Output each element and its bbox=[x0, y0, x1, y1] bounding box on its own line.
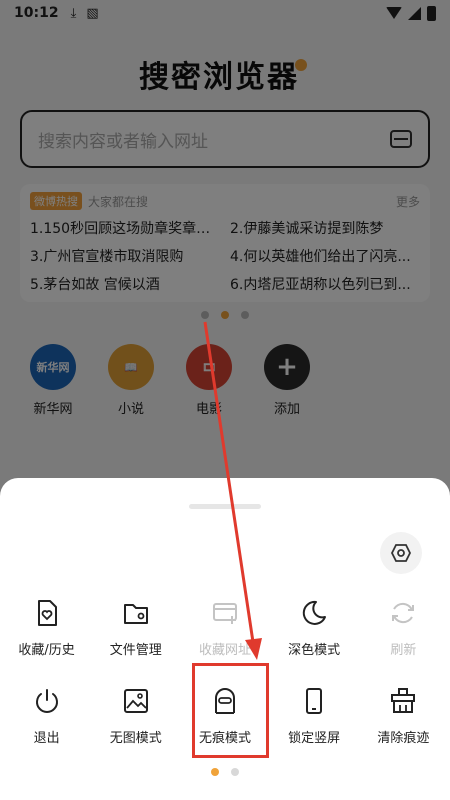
menu-file-manager[interactable]: 文件管理 bbox=[94, 596, 178, 658]
menu-no-image-mode[interactable]: 无图模式 bbox=[94, 684, 178, 746]
menu-label: 无图模式 bbox=[109, 731, 162, 746]
folder-icon bbox=[119, 596, 153, 630]
no-image-icon bbox=[119, 684, 153, 718]
moon-icon bbox=[297, 596, 331, 630]
refresh-icon bbox=[386, 596, 420, 630]
menu-row-1: 收藏/历史 文件管理 收藏网址 深色模式 刷新 bbox=[0, 596, 450, 658]
annotation-highlight-box bbox=[192, 663, 269, 758]
bookmark-history-icon bbox=[30, 596, 64, 630]
menu-pager-dot-active[interactable] bbox=[211, 768, 219, 776]
power-icon bbox=[30, 684, 64, 718]
menu-label: 清除痕迹 bbox=[377, 731, 430, 746]
lock-portrait-icon bbox=[297, 684, 331, 718]
sheet-handle[interactable] bbox=[189, 504, 261, 509]
menu-add-bookmark[interactable]: 收藏网址 bbox=[183, 596, 267, 658]
settings-hexagon-icon bbox=[391, 544, 411, 562]
menu-label: 刷新 bbox=[390, 643, 417, 658]
settings-button[interactable] bbox=[380, 532, 422, 574]
menu-exit[interactable]: 退出 bbox=[5, 684, 89, 746]
menu-bookmarks-history[interactable]: 收藏/历史 bbox=[5, 596, 89, 658]
menu-label: 锁定竖屏 bbox=[288, 731, 341, 746]
menu-label: 收藏/历史 bbox=[18, 643, 75, 658]
menu-label: 文件管理 bbox=[109, 643, 162, 658]
menu-dark-mode[interactable]: 深色模式 bbox=[272, 596, 356, 658]
menu-lock-portrait[interactable]: 锁定竖屏 bbox=[272, 684, 356, 746]
menu-clear-traces[interactable]: 清除痕迹 bbox=[361, 684, 445, 746]
add-bookmark-icon bbox=[208, 596, 242, 630]
menu-label: 收藏网址 bbox=[198, 643, 251, 658]
menu-pager bbox=[0, 768, 450, 776]
menu-label: 深色模式 bbox=[288, 643, 341, 658]
menu-label: 退出 bbox=[33, 731, 60, 746]
menu-pager-dot[interactable] bbox=[231, 768, 239, 776]
menu-refresh[interactable]: 刷新 bbox=[361, 596, 445, 658]
clear-traces-icon bbox=[386, 684, 420, 718]
